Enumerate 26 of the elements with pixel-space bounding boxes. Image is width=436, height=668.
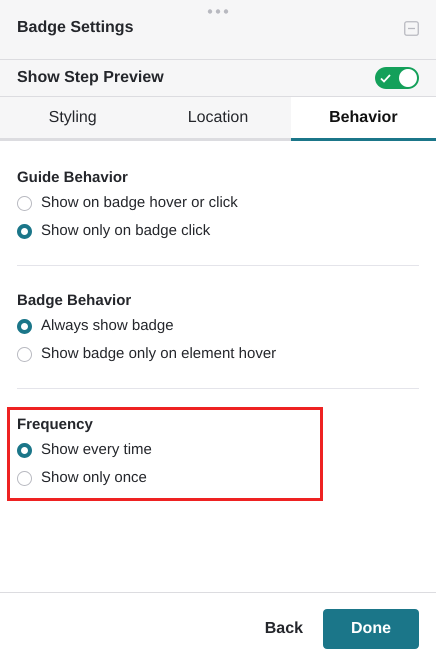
radio-button[interactable]	[17, 443, 32, 458]
preview-toggle[interactable]	[375, 67, 419, 89]
option-label: Show only on badge click	[41, 221, 210, 242]
radio-button[interactable]	[17, 347, 32, 362]
toggle-label: Show Step Preview	[17, 68, 164, 88]
tab[interactable]: Styling	[0, 97, 146, 141]
section-heading: Guide Behavior	[17, 168, 129, 188]
toggle-thumb	[399, 69, 417, 87]
option-label: Show badge only on element hover	[41, 344, 276, 364]
section-heading: Frequency	[17, 415, 94, 435]
option-label: Show every time	[41, 440, 152, 460]
radio-button[interactable]	[17, 471, 32, 486]
tab[interactable]: Behavior	[290, 97, 436, 141]
back-button[interactable]: Back	[262, 616, 305, 640]
radio-button[interactable]	[17, 224, 32, 239]
drag-handle-icon[interactable]	[207, 9, 229, 14]
radio-button[interactable]	[17, 319, 32, 334]
option-label: Always show badge	[41, 316, 174, 336]
check-icon	[380, 74, 391, 82]
option-label: Show only once	[41, 468, 147, 488]
panel-title: Badge Settings	[17, 18, 134, 38]
option-label: Show on badge hover or click	[41, 193, 238, 214]
minimize-icon[interactable]	[404, 20, 419, 36]
done-button[interactable]: Done	[323, 608, 419, 648]
section-heading: Badge Behavior	[17, 291, 132, 311]
radio-button[interactable]	[17, 196, 32, 211]
